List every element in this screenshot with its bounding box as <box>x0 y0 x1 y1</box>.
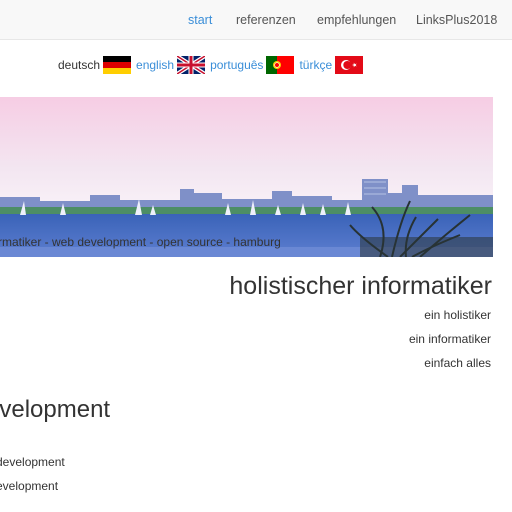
language-english[interactable]: english <box>136 56 206 74</box>
uk-flag-icon <box>177 56 206 74</box>
section-line: development <box>0 455 65 469</box>
site-tagline: rmatiker - web development - open source… <box>0 235 281 249</box>
language-deutsch[interactable]: deutsch <box>58 56 132 74</box>
language-selector: deutsch english português türkçe <box>58 55 364 75</box>
portugal-flag-icon <box>266 56 295 74</box>
section-line: evelopment <box>0 479 59 493</box>
germany-flag-icon <box>103 56 132 74</box>
nav-empfehlungen-link[interactable]: empfehlungen <box>317 13 396 27</box>
language-label: deutsch <box>58 58 101 72</box>
hamburg-skyline-image <box>0 97 493 257</box>
subtitle-line: einfach alles <box>424 356 491 370</box>
turkey-flag-icon <box>335 56 364 74</box>
main-heading: holistischer informatiker <box>229 272 492 300</box>
subtitle-line: ein informatiker <box>408 332 491 346</box>
nav-start-link[interactable]: start <box>188 13 212 27</box>
language-turkce[interactable]: türkçe <box>299 56 364 74</box>
section-heading: evelopment <box>0 396 111 423</box>
hero-banner: rmatiker - web development - open source… <box>0 97 493 257</box>
top-navbar: start referenzen empfehlungen LinksPlus2… <box>0 0 512 40</box>
language-portugues[interactable]: português <box>210 56 295 74</box>
nav-linksplus2018-link[interactable]: LinksPlus2018 <box>416 13 497 27</box>
language-label: português <box>210 58 264 72</box>
language-label: türkçe <box>299 58 333 72</box>
language-label: english <box>136 58 175 72</box>
subtitle-line: ein holistiker <box>424 308 491 322</box>
nav-referenzen-link[interactable]: referenzen <box>236 13 296 27</box>
